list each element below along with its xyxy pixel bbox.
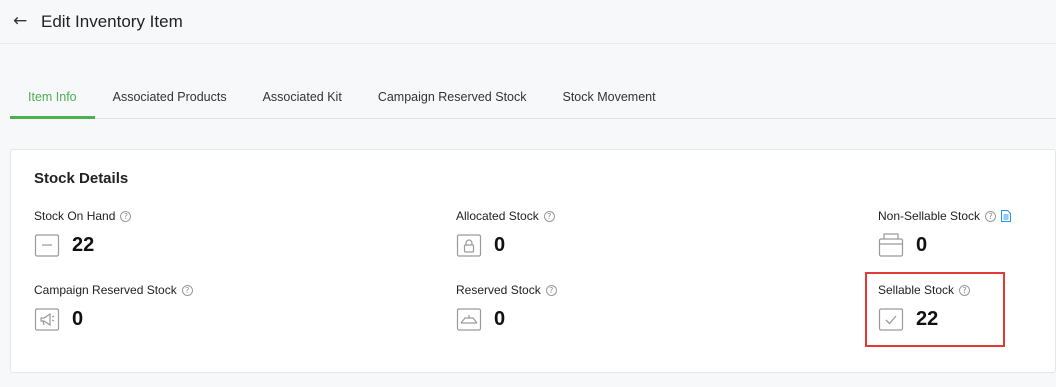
locked-box-icon <box>456 234 482 257</box>
non-sellable-stock: Non-Sellable Stock ? 0 <box>878 208 1012 258</box>
sellable-stock-highlight <box>865 272 1005 347</box>
campaign-reserved-stock: Campaign Reserved Stock ? 0 <box>34 282 193 332</box>
help-icon[interactable]: ? <box>120 210 132 222</box>
megaphone-icon <box>34 308 60 331</box>
allocated-stock: Allocated Stock ? 0 <box>456 208 555 258</box>
stock-on-hand-value: 22 <box>72 233 95 256</box>
tab-campaign-reserved-stock[interactable]: Campaign Reserved Stock <box>360 79 545 118</box>
campaign-reserved-stock-label: Campaign Reserved Stock <box>34 283 177 297</box>
document-icon[interactable] <box>1001 210 1012 222</box>
page-header: ← Edit Inventory Item <box>0 0 1056 44</box>
reserved-stock: Reserved Stock ? 0 <box>456 282 557 332</box>
tab-bar: Item Info Associated Products Associated… <box>10 79 1056 119</box>
tab-associated-kit[interactable]: Associated Kit <box>245 79 360 118</box>
tab-associated-products[interactable]: Associated Products <box>95 79 245 118</box>
campaign-reserved-stock-value: 0 <box>72 307 84 330</box>
stock-on-hand-label: Stock On Hand <box>34 209 116 223</box>
allocated-stock-value: 0 <box>494 233 506 256</box>
arrow-left-icon[interactable]: ← <box>13 13 33 30</box>
box-icon <box>34 234 60 257</box>
section-title: Stock Details <box>34 170 129 187</box>
reserved-stock-label: Reserved Stock <box>456 283 541 297</box>
open-box-icon <box>878 233 904 257</box>
allocated-stock-label: Allocated Stock <box>456 209 539 223</box>
non-sellable-stock-value: 0 <box>916 233 928 256</box>
reserved-box-icon <box>456 308 482 331</box>
help-icon[interactable]: ? <box>985 210 997 222</box>
help-icon[interactable]: ? <box>181 284 193 296</box>
help-icon[interactable]: ? <box>543 210 555 222</box>
page-title: Edit Inventory Item <box>41 11 183 31</box>
tab-stock-movement[interactable]: Stock Movement <box>545 79 674 118</box>
non-sellable-stock-label: Non-Sellable Stock <box>878 209 981 223</box>
reserved-stock-value: 0 <box>494 307 506 330</box>
tab-item-info[interactable]: Item Info <box>10 79 95 119</box>
help-icon[interactable]: ? <box>545 284 557 296</box>
stock-on-hand: Stock On Hand ? 22 <box>34 208 132 258</box>
